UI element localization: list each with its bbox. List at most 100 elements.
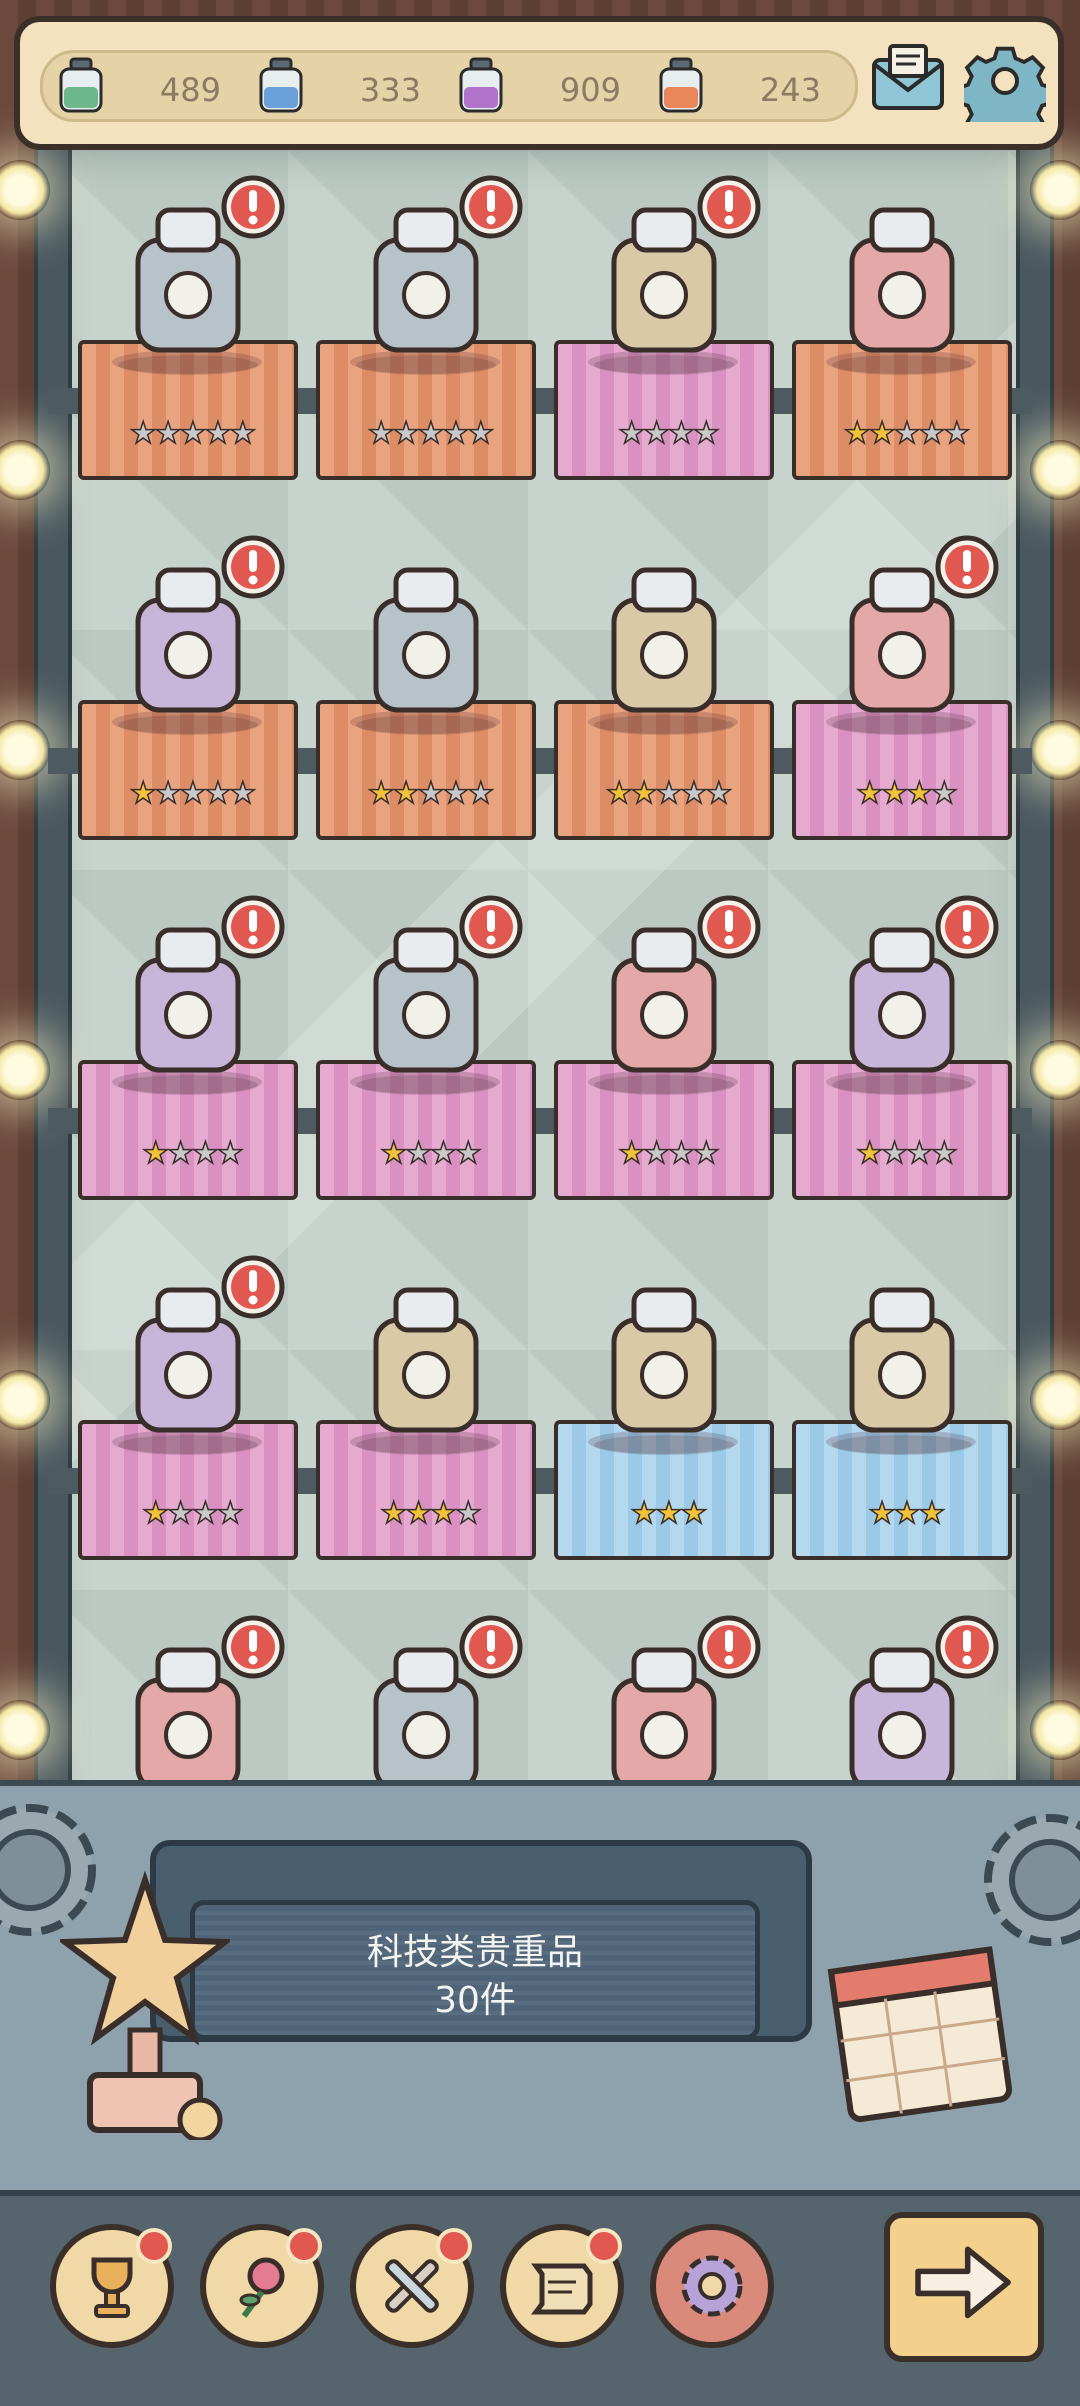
collectible-test-tube[interactable]: ★★★★ — [792, 895, 1012, 1260]
nixie-tubes-icon — [812, 1260, 992, 1460]
star-rating: ★★★★ — [96, 1134, 288, 1174]
blue-potion-icon — [259, 57, 303, 113]
rubiks-cube-icon — [574, 540, 754, 740]
alert-icon — [697, 175, 761, 239]
star-filled-icon: ★ — [855, 1135, 883, 1172]
alert-icon — [221, 1255, 285, 1319]
star-rating: ★★★★★ — [572, 774, 764, 814]
star-empty-icon: ★ — [692, 1135, 720, 1172]
star-filled-icon: ★ — [605, 775, 633, 812]
star-filled-icon: ★ — [404, 1495, 432, 1532]
star-filled-icon: ★ — [367, 775, 395, 812]
star-rating: ★★★★★ — [96, 414, 288, 454]
star-filled-icon: ★ — [429, 1495, 457, 1532]
notification-dot — [436, 2228, 472, 2264]
star-empty-icon: ★ — [467, 415, 495, 452]
alert-icon — [221, 895, 285, 959]
calendar-icon[interactable] — [820, 1930, 1020, 2130]
collectible-gold-crystal[interactable]: ★★★★★ — [792, 180, 1012, 540]
star-filled-icon: ★ — [141, 1135, 169, 1172]
collectible-computer-machine[interactable]: ★★★★ — [554, 175, 774, 540]
green-potion-icon — [59, 57, 103, 113]
collectible-rubiks-cube[interactable]: ★★★★★ — [554, 540, 774, 900]
resource-green: 489 — [55, 57, 235, 113]
star-filled-icon: ★ — [680, 1495, 708, 1532]
rose-tab[interactable] — [200, 2224, 324, 2348]
collectible-brain[interactable]: ★★★★★ — [316, 540, 536, 900]
star-rating: ★★★★ — [334, 1134, 526, 1174]
alert-icon — [459, 175, 523, 239]
settings-gear-icon[interactable] — [964, 40, 1046, 122]
star-rating: ★★★★ — [810, 774, 1002, 814]
star-filled-icon: ★ — [868, 415, 896, 452]
tech-gear-tab[interactable] — [650, 2224, 774, 2348]
next-page-button[interactable] — [884, 2212, 1044, 2362]
notification-dot — [286, 2228, 322, 2264]
star-empty-icon: ★ — [417, 775, 445, 812]
star-filled-icon: ★ — [129, 775, 157, 812]
star-empty-icon: ★ — [392, 415, 420, 452]
alert-icon — [459, 895, 523, 959]
star-empty-icon: ★ — [154, 415, 182, 452]
resource-value: 909 — [559, 71, 621, 109]
collectible-space-telescope[interactable]: ★★★★★ — [78, 175, 298, 540]
trophy-tab[interactable] — [50, 2224, 174, 2348]
scroll-tab[interactable] — [500, 2224, 624, 2348]
star-rating: ★★★★ — [810, 1134, 1002, 1174]
star-filled-icon: ★ — [880, 775, 908, 812]
collectible-moon-rock[interactable]: ★★★★ — [78, 895, 298, 1260]
star-empty-icon: ★ — [880, 1135, 908, 1172]
star-filled-icon: ★ — [630, 1495, 658, 1532]
collectible-android-bust[interactable]: ★★★★ — [554, 895, 774, 1260]
star-empty-icon: ★ — [429, 1135, 457, 1172]
collectible-framed-portrait[interactable]: ★★★★★ — [316, 175, 536, 540]
star-empty-icon: ★ — [642, 1135, 670, 1172]
collectible-robot-arm[interactable]: ★★★★★ — [78, 535, 298, 900]
gold-crystal-icon — [812, 180, 992, 380]
star-rating: ★★★ — [810, 1494, 1002, 1534]
star-empty-icon: ★ — [367, 415, 395, 452]
star-filled-icon: ★ — [379, 1495, 407, 1532]
star-rating: ★★★★ — [334, 1494, 526, 1534]
star-empty-icon: ★ — [467, 775, 495, 812]
alert-icon — [221, 535, 285, 599]
star-rating: ★★★★★ — [810, 414, 1002, 454]
collectible-nixie-tubes[interactable]: ★★★ — [792, 1260, 1012, 1620]
star-empty-icon: ★ — [692, 415, 720, 452]
star-empty-icon: ★ — [905, 1135, 933, 1172]
star-rating: ★★★★ — [96, 1494, 288, 1534]
brain-icon — [336, 540, 516, 740]
star-empty-icon: ★ — [166, 1135, 194, 1172]
star-empty-icon: ★ — [191, 1135, 219, 1172]
collectible-building-model[interactable]: ★★★★ — [78, 1255, 298, 1620]
star-empty-icon: ★ — [943, 415, 971, 452]
alert-icon — [935, 535, 999, 599]
star-empty-icon: ★ — [930, 1135, 958, 1172]
star-filled-icon: ★ — [905, 775, 933, 812]
star-empty-icon: ★ — [229, 415, 257, 452]
mail-icon[interactable] — [868, 40, 948, 120]
star-empty-icon: ★ — [417, 415, 445, 452]
star-filled-icon: ★ — [868, 1495, 896, 1532]
collectible-moon-amulet[interactable]: ★★★ — [554, 1260, 774, 1620]
star-rating: ★★★★★ — [334, 414, 526, 454]
star-trophy-icon[interactable] — [60, 1870, 230, 2140]
star-empty-icon: ★ — [216, 1135, 244, 1172]
collection-label-board: 科技类贵重品 30件 — [190, 1900, 760, 2040]
star-empty-icon: ★ — [179, 415, 207, 452]
collection-category: 科技类贵重品 — [366, 1932, 583, 1973]
collectible-mars-rover[interactable]: ★★★★ — [316, 895, 536, 1260]
star-empty-icon: ★ — [667, 1135, 695, 1172]
star-empty-icon: ★ — [442, 775, 470, 812]
star-empty-icon: ★ — [154, 775, 182, 812]
star-empty-icon: ★ — [667, 415, 695, 452]
collectible-cloned-sheep[interactable]: ★★★★ — [792, 535, 1012, 900]
collectible-lens-device[interactable]: ★★★★ — [316, 1260, 536, 1620]
star-empty-icon: ★ — [229, 775, 257, 812]
star-empty-icon: ★ — [918, 415, 946, 452]
gear-icon — [681, 2255, 743, 2317]
star-empty-icon: ★ — [680, 775, 708, 812]
tools-tab[interactable] — [350, 2224, 474, 2348]
star-empty-icon: ★ — [642, 415, 670, 452]
resource-value: 243 — [759, 71, 821, 109]
